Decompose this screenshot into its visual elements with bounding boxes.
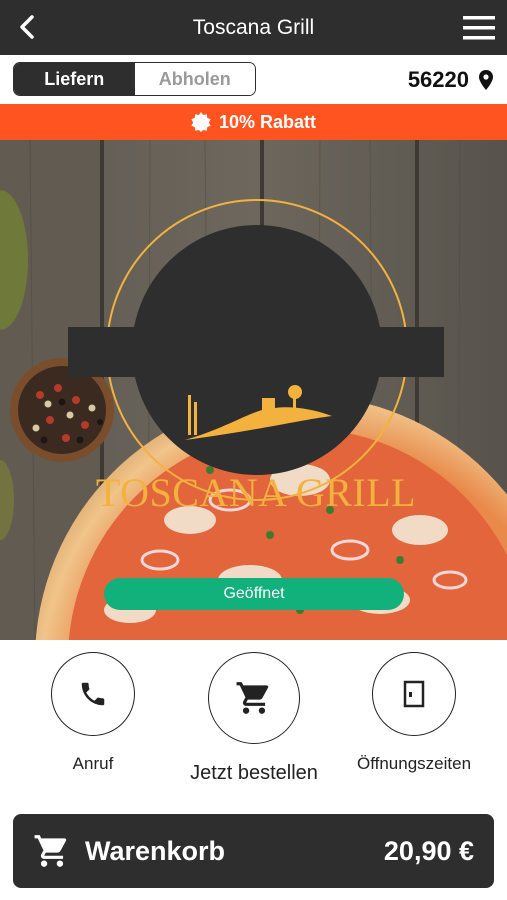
postcode-value: 56220 (407, 67, 469, 92)
order-mode-toggle: Liefern Abholen (13, 62, 256, 96)
hamburger-icon (463, 16, 495, 40)
open-status-badge: Geöffnet (104, 578, 404, 610)
menu-button[interactable] (461, 13, 497, 43)
cart-icon (236, 682, 269, 714)
cart-icon (34, 835, 67, 867)
quick-actions: Anruf Jetzt bestellen Öffnungszeiten (0, 640, 507, 810)
mode-delivery-tab[interactable]: Liefern (14, 63, 135, 95)
cart-total: 20,90 € (383, 836, 474, 866)
mode-pickup-tab[interactable]: Abholen (134, 63, 255, 95)
call-label: Anruf (72, 754, 114, 773)
opening-hours-action[interactable]: Öffnungszeiten (357, 652, 471, 774)
cart-label: Warenkorb (85, 836, 226, 866)
cart-bar[interactable]: Warenkorb 20,90 € (13, 814, 494, 888)
postcode-selector[interactable]: 56220 (408, 65, 493, 95)
discount-text: 10% Rabatt (218, 111, 317, 132)
order-now-label: Jetzt bestellen (190, 762, 318, 784)
call-button[interactable] (51, 652, 135, 736)
phone-icon (81, 682, 105, 706)
door-icon (403, 680, 425, 708)
app-header: Toscana Grill (0, 0, 507, 55)
order-mode-bar: Liefern Abholen 56220 (0, 55, 507, 104)
discount-banner: 10% Rabatt (0, 104, 507, 140)
location-pin-icon (479, 70, 493, 90)
hero-image (0, 140, 507, 640)
opening-hours-button[interactable] (372, 652, 456, 736)
restaurant-hero: TOSCANA GRILL (0, 140, 507, 640)
opening-hours-label: Öffnungszeiten (356, 754, 472, 773)
badge-icon (191, 112, 211, 132)
restaurant-logo-text: TOSCANA GRILL (95, 469, 417, 515)
order-now-button[interactable] (208, 652, 300, 744)
order-now-action[interactable]: Jetzt bestellen (190, 652, 318, 785)
page-title: Toscana Grill (192, 16, 315, 39)
call-action[interactable]: Anruf (51, 652, 135, 774)
